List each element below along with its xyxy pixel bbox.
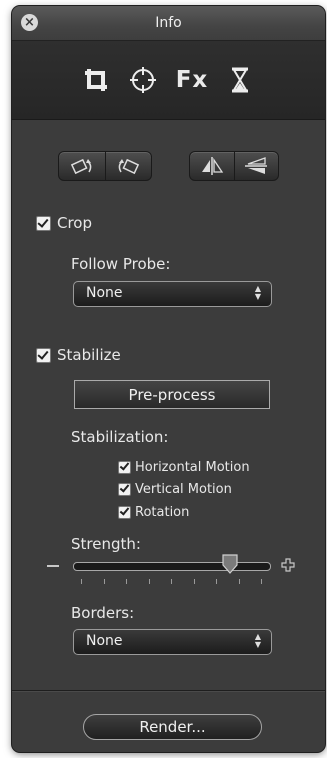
crop-icon	[85, 69, 107, 91]
mode-toolbar: Fx	[12, 41, 325, 120]
strength-slider[interactable]	[73, 562, 271, 571]
stabilize-checkbox[interactable]: Stabilize	[36, 346, 121, 364]
title-bar[interactable]: × Info	[12, 6, 325, 41]
horizontal-motion-check-box[interactable]	[118, 461, 131, 474]
vertical-motion-check-box[interactable]	[118, 483, 131, 496]
borders-popup[interactable]: None ▲ ▼	[73, 629, 272, 655]
stabilization-label: Stabilization:	[71, 428, 169, 446]
slider-tick	[193, 579, 195, 584]
slider-tick	[238, 579, 240, 584]
follow-probe-popup[interactable]: None ▲ ▼	[73, 281, 272, 307]
footer-divider	[12, 690, 325, 691]
slider-tick	[171, 579, 172, 584]
rotate-counterclockwise-button[interactable]	[106, 152, 152, 180]
flip-horizontal-icon	[201, 157, 223, 175]
horizontal-motion-checkbox[interactable]: Horizontal Motion	[118, 460, 250, 475]
flip-horizontal-button[interactable]	[190, 152, 235, 180]
inspector-content: Crop Follow Probe: None ▲ ▼ Stabilize Pre…	[12, 120, 325, 752]
rotation-checkbox[interactable]: Rotation	[118, 505, 189, 520]
strength-label: Strength:	[71, 535, 141, 553]
borders-label: Borders:	[71, 604, 135, 622]
flip-vertical-button[interactable]	[235, 152, 279, 180]
crop-checkbox[interactable]: Crop	[36, 214, 92, 232]
popup-arrows-icon: ▲ ▼	[254, 284, 261, 301]
probe-mode-button[interactable]	[126, 62, 160, 98]
slider-tick	[261, 579, 262, 584]
crop-mode-button[interactable]	[79, 62, 113, 98]
rotation-label: Rotation	[135, 505, 190, 520]
flip-vertical-icon	[245, 157, 268, 174]
crop-check-box[interactable]	[36, 215, 51, 231]
slider-tick	[103, 579, 105, 584]
hourglass-icon	[232, 67, 248, 93]
slider-tick	[216, 579, 217, 584]
preprocess-button[interactable]: Pre-process	[74, 380, 270, 409]
stabilize-label: Stabilize	[57, 346, 121, 364]
vertical-motion-checkbox[interactable]: Vertical Motion	[118, 482, 232, 497]
render-button[interactable]: Render...	[83, 714, 262, 740]
flip-control	[189, 151, 279, 181]
rotation-check-box[interactable]	[118, 506, 131, 519]
fx-icon: Fx	[175, 67, 209, 93]
strength-slider-thumb[interactable]	[221, 553, 239, 575]
rotate-control	[58, 151, 152, 181]
follow-probe-value: None	[86, 285, 123, 301]
info-window: × Info Fx Crop Follow Probe: None ▲ ▼ St…	[12, 6, 325, 752]
stabilize-check-box[interactable]	[36, 347, 51, 363]
rotate-counterclockwise-icon	[118, 158, 140, 175]
borders-value: None	[86, 633, 123, 649]
popup-arrows-icon: ▲ ▼	[254, 632, 261, 649]
rotate-clockwise-icon	[70, 158, 92, 175]
target-icon	[130, 67, 156, 93]
crop-label: Crop	[57, 214, 93, 232]
window-title: Info	[155, 15, 182, 31]
plus-icon	[281, 558, 295, 572]
fx-mode-button[interactable]: Fx	[175, 62, 209, 98]
vertical-motion-label: Vertical Motion	[135, 482, 232, 497]
slider-tick	[126, 579, 127, 584]
slider-tick	[148, 579, 150, 584]
follow-probe-label: Follow Probe:	[71, 255, 171, 273]
timing-mode-button[interactable]	[223, 62, 257, 98]
minus-icon	[47, 565, 59, 567]
slider-tick	[81, 579, 82, 584]
horizontal-motion-label: Horizontal Motion	[135, 460, 250, 475]
rotate-clockwise-button[interactable]	[59, 152, 106, 180]
